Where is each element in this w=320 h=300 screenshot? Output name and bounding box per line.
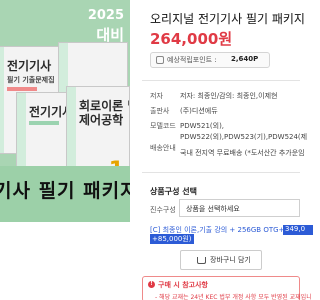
notice-title: 구매 시 참고사항	[158, 281, 208, 289]
cart-icon	[197, 257, 206, 264]
book-1-subtitle: 필기 기출문제집	[7, 76, 55, 84]
product-title: 오리지널 전기기사 필기 패키지	[150, 12, 305, 26]
book-4-subtitle: 제어공학	[79, 113, 124, 127]
points-value: 2,640P	[231, 55, 259, 63]
divider	[142, 80, 300, 81]
points-icon	[156, 56, 164, 64]
points-label: 예상적립포인트 :	[167, 56, 217, 64]
model-value-1: PDW521(외),	[180, 122, 225, 130]
points-box: 예상적립포인트 : 2,640P	[150, 52, 270, 68]
product-price: 264,000원	[150, 30, 233, 48]
promo-year: 2025	[87, 8, 124, 23]
options-select-placeholder: 상품을 선택하세요	[186, 205, 240, 213]
options-label: 진수구성	[150, 206, 176, 214]
model-value-2: PDW522(외),PDW523(기),PDW524(제	[180, 133, 308, 141]
selected-option-price: 349,0	[283, 225, 313, 235]
selected-option-bonus: +85,000원)	[150, 234, 194, 244]
promo-banner-text: 기사 필기 패키지	[0, 180, 130, 202]
publisher-value: (주)디션에듀	[180, 107, 218, 115]
alert-icon: !	[148, 281, 155, 288]
product-image: 2025 대비 전기기사 필기 기출문제집 2 전기기사 회로이론 및 제어공학…	[0, 0, 130, 222]
notice-body: - 해당 교재는 24년 KEC 법부 개정 사항 모두 반영된 교재입니	[155, 294, 312, 300]
add-to-cart-label: 장바구니 담기	[210, 256, 251, 264]
author-label: 저자	[150, 92, 163, 100]
divider	[142, 172, 300, 173]
author-value: 저자: 최종인/감의: 최종인,이제현	[180, 92, 278, 100]
book-1-title: 전기기사	[7, 59, 52, 73]
shipping-value: 국내 전지역 무료배송 (*도서산간 추가운임	[180, 149, 305, 157]
publisher-label: 출판사	[150, 107, 170, 115]
model-label: 모델코드	[150, 122, 176, 130]
add-to-cart-button[interactable]: 장바구니 담기	[180, 250, 262, 270]
options-select[interactable]: 상품을 선택하세요	[179, 199, 300, 217]
options-heading: 상품구성 선택	[150, 187, 197, 196]
shipping-label: 배송안내	[150, 144, 176, 152]
purchase-notice: ! 구매 시 참고사항 - 해당 교재는 24년 KEC 법부 개정 사항 모두…	[142, 276, 312, 300]
